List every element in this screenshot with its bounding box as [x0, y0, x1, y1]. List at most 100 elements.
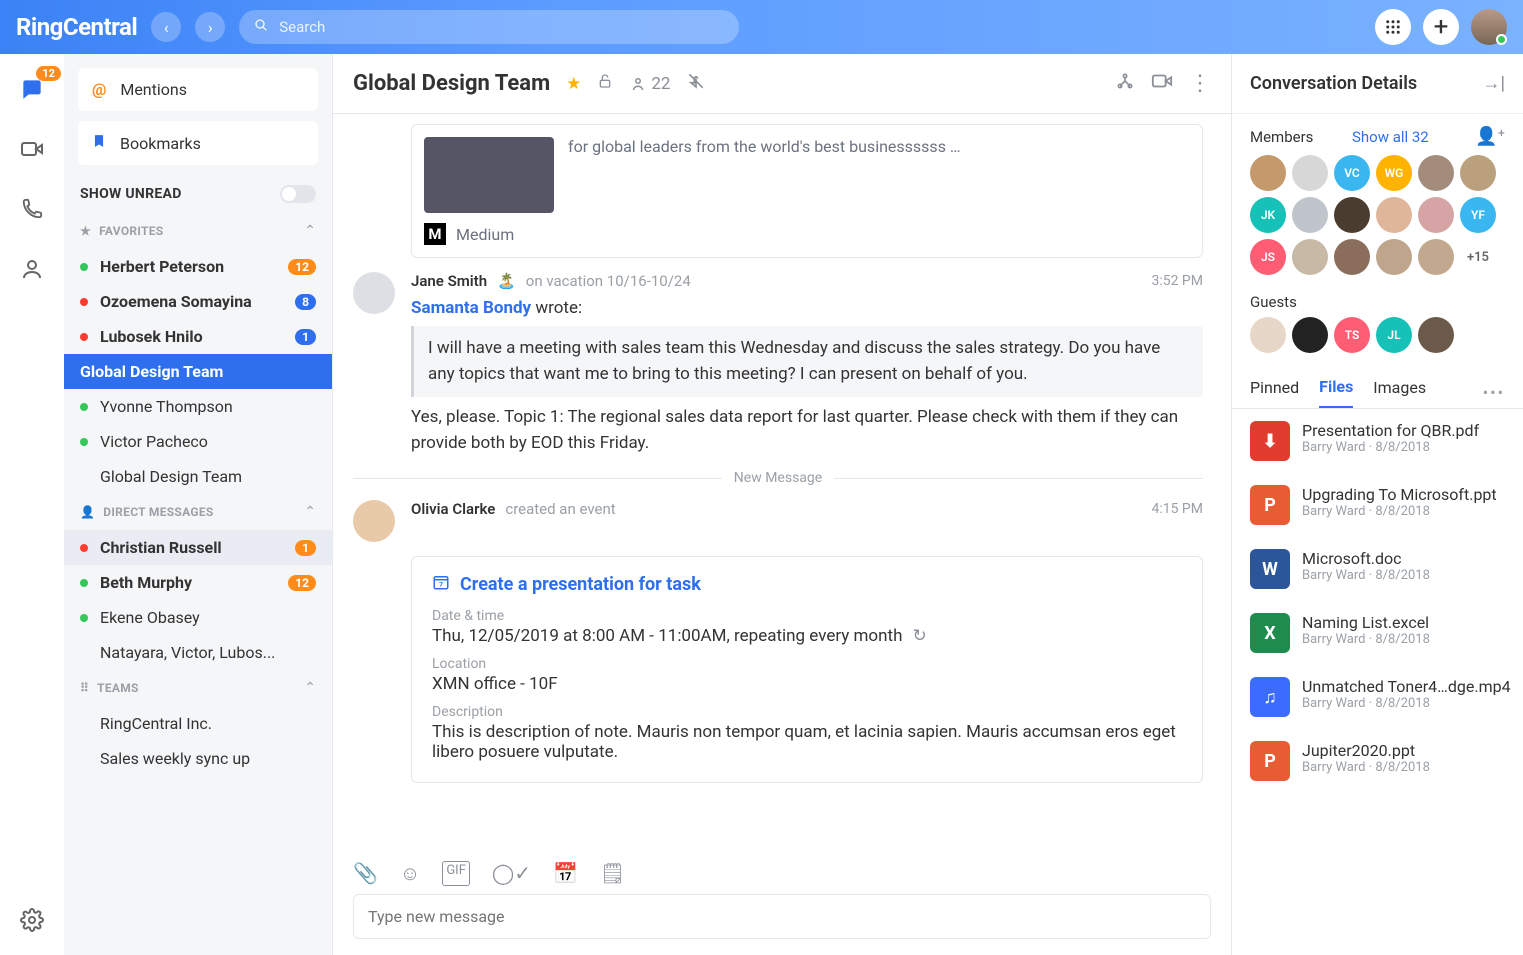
gif-icon[interactable]: GIF: [442, 861, 470, 886]
bookmark-icon: [92, 133, 106, 153]
member-avatar[interactable]: JS: [1250, 239, 1286, 275]
tab-more-icon[interactable]: •••: [1483, 383, 1505, 402]
nav-back-button[interactable]: ‹: [151, 12, 181, 42]
dialpad-button[interactable]: [1375, 9, 1411, 45]
sidebar-item[interactable]: Global Design Team: [64, 459, 332, 494]
collapse-teams[interactable]: ⌃: [304, 680, 316, 696]
event-dt-value: Thu, 12/05/2019 at 8:00 AM - 11:00AM, re…: [432, 626, 902, 646]
video-call-icon[interactable]: [1151, 70, 1173, 97]
sidebar-item-bookmarks[interactable]: Bookmarks: [78, 121, 318, 165]
member-avatar[interactable]: [1376, 239, 1412, 275]
calendar-icon: 7: [432, 573, 450, 596]
link-preview-card[interactable]: for global leaders from the world's best…: [411, 124, 1203, 258]
member-avatar[interactable]: YF: [1460, 197, 1496, 233]
tab-images[interactable]: Images: [1373, 378, 1426, 407]
show-unread-toggle[interactable]: [280, 185, 316, 203]
member-avatar[interactable]: [1292, 317, 1328, 353]
author-name[interactable]: Jane Smith: [411, 272, 487, 290]
file-meta: Barry Ward · 8/8/2018: [1302, 504, 1497, 519]
nav-settings[interactable]: [15, 905, 49, 935]
sidebar-item[interactable]: Sales weekly sync up: [64, 741, 332, 776]
search-input[interactable]: [279, 18, 725, 36]
members-label: Members: [1250, 128, 1313, 146]
member-avatar[interactable]: JK: [1250, 197, 1286, 233]
file-row[interactable]: PJupiter2020.pptBarry Ward · 8/8/2018: [1232, 729, 1523, 793]
member-avatar[interactable]: [1418, 239, 1454, 275]
sidebar-item[interactable]: Natayara, Victor, Lubos...: [64, 635, 332, 670]
favorite-star-icon[interactable]: ★: [566, 74, 581, 94]
member-avatar[interactable]: [1292, 197, 1328, 233]
sidebar-item[interactable]: Herbert Peterson12: [64, 249, 332, 284]
member-avatar[interactable]: [1250, 317, 1286, 353]
sidebar-item[interactable]: RingCentral Inc.: [64, 706, 332, 741]
nav-forward-button[interactable]: ›: [195, 12, 225, 42]
members-overflow[interactable]: +15: [1460, 239, 1496, 275]
file-meta: Barry Ward · 8/8/2018: [1302, 696, 1511, 711]
member-avatar[interactable]: TS: [1334, 317, 1370, 353]
member-avatar[interactable]: [1334, 197, 1370, 233]
emoji-icon[interactable]: ☺: [400, 861, 420, 886]
file-row[interactable]: ⬇Presentation for QBR.pdfBarry Ward · 8/…: [1232, 409, 1523, 473]
sidebar-item[interactable]: Lubosek Hnilo1: [64, 319, 332, 354]
member-avatar[interactable]: [1334, 239, 1370, 275]
collapse-panel-icon[interactable]: →|: [1482, 73, 1505, 94]
sidebar-item[interactable]: Beth Murphy12: [64, 565, 332, 600]
member-avatar[interactable]: [1250, 155, 1286, 191]
attach-icon[interactable]: 📎: [353, 861, 378, 886]
nav-chat[interactable]: 12: [15, 74, 49, 104]
note-icon[interactable]: 🗒: [600, 861, 625, 886]
compose-input[interactable]: [368, 907, 1196, 926]
member-avatar[interactable]: JL: [1376, 317, 1412, 353]
member-avatar[interactable]: [1418, 317, 1454, 353]
task-icon[interactable]: ◯✓: [492, 861, 531, 886]
member-avatar[interactable]: [1460, 155, 1496, 191]
nav-phone[interactable]: [15, 194, 49, 224]
collapse-dms[interactable]: ⌃: [304, 504, 316, 520]
event-card[interactable]: 7 Create a presentation for task Date & …: [411, 556, 1203, 783]
show-all-members-link[interactable]: Show all 32: [1352, 128, 1429, 146]
integration-icon[interactable]: [1115, 71, 1135, 96]
member-avatar[interactable]: [1418, 197, 1454, 233]
file-name: Microsoft.doc: [1302, 549, 1430, 568]
presence-dot: [80, 438, 88, 446]
file-row[interactable]: XNaming List.excelBarry Ward · 8/8/2018: [1232, 601, 1523, 665]
author-avatar[interactable]: [353, 500, 395, 542]
nav-video[interactable]: [15, 134, 49, 164]
nav-contacts[interactable]: [15, 254, 49, 284]
member-avatar[interactable]: VC: [1334, 155, 1370, 191]
file-row[interactable]: WMicrosoft.docBarry Ward · 8/8/2018: [1232, 537, 1523, 601]
event-icon[interactable]: 📅: [553, 861, 578, 886]
sidebar-item[interactable]: Global Design Team: [64, 354, 332, 389]
compose-input-wrap[interactable]: [353, 894, 1211, 939]
members-count[interactable]: 22: [629, 74, 670, 94]
new-message-divider: New Message: [353, 470, 1203, 486]
author-avatar[interactable]: [353, 272, 395, 314]
sidebar-item[interactable]: Christian Russell1: [64, 530, 332, 565]
member-avatar[interactable]: WG: [1376, 155, 1412, 191]
member-avatar[interactable]: [1292, 155, 1328, 191]
file-row[interactable]: PUpgrading To Microsoft.pptBarry Ward · …: [1232, 473, 1523, 537]
more-icon[interactable]: ⋮: [1189, 71, 1211, 96]
tab-files[interactable]: Files: [1319, 377, 1353, 408]
sidebar-item[interactable]: Victor Pacheco: [64, 424, 332, 459]
member-avatar[interactable]: [1418, 155, 1454, 191]
lock-icon[interactable]: [597, 71, 613, 96]
sidebar-item[interactable]: Ozoemena Somayina8: [64, 284, 332, 319]
collapse-favorites[interactable]: ⌃: [304, 223, 316, 239]
mute-icon[interactable]: [686, 71, 706, 96]
file-row[interactable]: ♫Unmatched Toner4…dge.mp4Barry Ward · 8/…: [1232, 665, 1523, 729]
sidebar-item-label: Global Design Team: [80, 362, 223, 381]
add-member-icon[interactable]: 👤⁺: [1475, 126, 1505, 147]
author-name[interactable]: Olivia Clarke: [411, 500, 495, 518]
sidebar-item-mentions[interactable]: @ Mentions: [78, 68, 318, 111]
sidebar-item[interactable]: Yvonne Thompson: [64, 389, 332, 424]
member-avatar[interactable]: [1292, 239, 1328, 275]
new-action-button[interactable]: +: [1423, 9, 1459, 45]
sidebar-item[interactable]: Ekene Obasey: [64, 600, 332, 635]
profile-avatar[interactable]: [1471, 9, 1507, 45]
member-avatar[interactable]: [1376, 197, 1412, 233]
tab-pinned[interactable]: Pinned: [1250, 378, 1299, 407]
search-wrap[interactable]: [239, 10, 739, 44]
file-type-icon: W: [1250, 549, 1290, 589]
conversation-title: Global Design Team: [353, 71, 550, 96]
